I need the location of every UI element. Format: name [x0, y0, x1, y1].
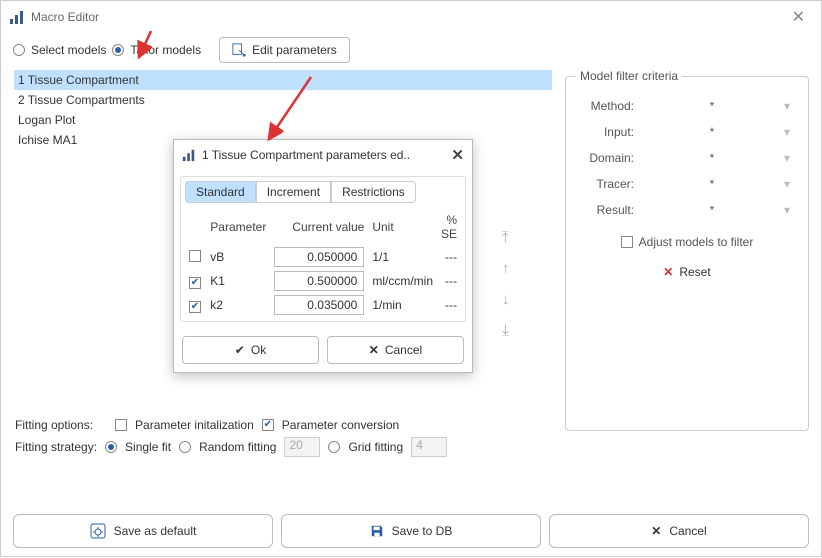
radio-select-models[interactable] — [13, 44, 25, 56]
fitting-options-label: Fitting options: — [15, 418, 93, 432]
col-parameter: Parameter — [206, 209, 270, 245]
reset-icon[interactable]: ✕ — [663, 265, 673, 279]
filter-input-value[interactable]: * — [640, 125, 784, 139]
grid-fitting-label: Grid fitting — [348, 440, 403, 454]
param-init-label: Parameter initalization — [135, 418, 254, 432]
dialog-cancel-button[interactable]: ✕ Cancel — [327, 336, 464, 364]
window-close-icon[interactable]: ✕ — [784, 3, 813, 31]
chevron-down-icon[interactable]: ▾ — [784, 177, 798, 191]
dialog-close-icon[interactable]: ✕ — [451, 146, 464, 164]
model-filter-group: Model filter criteria Method:*▾ Input:*▾… — [565, 69, 809, 431]
dialog-ok-label: Ok — [251, 343, 266, 357]
dialog-cancel-label: Cancel — [385, 343, 422, 357]
checkmark-icon: ✔ — [235, 343, 245, 357]
save-default-button[interactable]: Save as default — [13, 514, 273, 548]
single-fit-label: Single fit — [125, 440, 171, 454]
param-name: vB — [206, 245, 270, 269]
param-se: --- — [437, 293, 461, 317]
save-db-button[interactable]: Save to DB — [281, 514, 541, 548]
cancel-button[interactable]: ✕ Cancel — [549, 514, 809, 548]
col-se: % SE — [437, 209, 461, 245]
param-enable-checkbox[interactable] — [189, 250, 201, 262]
reset-label[interactable]: Reset — [679, 265, 710, 279]
filter-result-label: Result: — [576, 203, 640, 217]
filter-method-value[interactable]: * — [640, 99, 784, 113]
dialog-icon — [182, 148, 196, 162]
random-fitting-input: 20 — [284, 437, 320, 457]
param-conv-checkbox[interactable] — [262, 419, 274, 431]
param-init-checkbox[interactable] — [115, 419, 127, 431]
chevron-down-icon[interactable]: ▾ — [784, 125, 798, 139]
radio-tailor-models[interactable] — [112, 44, 124, 56]
save-db-icon — [370, 524, 384, 538]
filter-input-label: Input: — [576, 125, 640, 139]
edit-parameters-label: Edit parameters — [252, 43, 337, 57]
param-name: K1 — [206, 269, 270, 293]
tab-restrictions[interactable]: Restrictions — [331, 181, 416, 203]
param-enable-checkbox[interactable] — [189, 301, 201, 313]
adjust-models-label: Adjust models to filter — [639, 235, 754, 249]
dialog-ok-button[interactable]: ✔ Ok — [182, 336, 319, 364]
radio-single-fit[interactable] — [105, 441, 117, 453]
grid-fitting-input: 4 — [411, 437, 447, 457]
param-name: k2 — [206, 293, 270, 317]
tab-standard[interactable]: Standard — [185, 181, 256, 203]
tab-increment[interactable]: Increment — [256, 181, 331, 203]
param-value-input[interactable]: 0.050000 — [274, 247, 364, 267]
param-row: vB 0.050000 1/1 --- — [185, 245, 461, 269]
model-list-item[interactable]: Logan Plot — [14, 110, 552, 130]
filter-tracer-label: Tracer: — [576, 177, 640, 191]
cancel-label: Cancel — [669, 524, 706, 538]
label-tailor-models: Tailor models — [130, 43, 201, 57]
edit-parameters-icon — [232, 43, 246, 57]
adjust-models-checkbox[interactable] — [621, 236, 633, 248]
param-value-input[interactable]: 0.500000 — [274, 271, 364, 291]
param-value-input[interactable]: 0.035000 — [274, 295, 364, 315]
param-unit: 1/min — [368, 293, 437, 317]
param-row: k2 0.035000 1/min --- — [185, 293, 461, 317]
chevron-down-icon[interactable]: ▾ — [784, 203, 798, 217]
move-top-icon[interactable]: ⤒ — [502, 229, 510, 246]
chevron-down-icon[interactable]: ▾ — [784, 151, 798, 165]
label-select-models: Select models — [31, 43, 106, 57]
filter-method-label: Method: — [576, 99, 640, 113]
save-default-label: Save as default — [114, 524, 197, 538]
radio-random-fitting[interactable] — [179, 441, 191, 453]
move-down-icon[interactable]: ↓ — [502, 291, 510, 308]
list-toolbar: ⤒ ↑ ↓ ⤓ — [502, 229, 510, 339]
fitting-strategy-label: Fitting strategy: — [15, 440, 97, 454]
filter-domain-label: Domain: — [576, 151, 640, 165]
radio-grid-fitting[interactable] — [328, 441, 340, 453]
model-list-item[interactable]: 2 Tissue Compartments — [14, 90, 552, 110]
parameters-table: Parameter Current value Unit % SE vB 0.0… — [185, 209, 461, 317]
edit-parameters-button[interactable]: Edit parameters — [219, 37, 350, 63]
param-unit: ml/ccm/min — [368, 269, 437, 293]
save-db-label: Save to DB — [392, 524, 453, 538]
cancel-icon: ✕ — [651, 524, 661, 538]
param-se: --- — [437, 269, 461, 293]
col-current-value: Current value — [270, 209, 368, 245]
col-unit: Unit — [368, 209, 437, 245]
app-icon — [9, 9, 25, 25]
param-unit: 1/1 — [368, 245, 437, 269]
filter-tracer-value[interactable]: * — [640, 177, 784, 191]
move-up-icon[interactable]: ↑ — [502, 260, 510, 277]
model-list-item[interactable]: 1 Tissue Compartment — [14, 70, 552, 90]
param-se: --- — [437, 245, 461, 269]
filter-domain-value[interactable]: * — [640, 151, 784, 165]
dialog-title: 1 Tissue Compartment parameters ed.. — [202, 148, 410, 162]
filter-result-value[interactable]: * — [640, 203, 784, 217]
param-enable-checkbox[interactable] — [189, 277, 201, 289]
save-default-icon — [90, 523, 106, 539]
chevron-down-icon[interactable]: ▾ — [784, 99, 798, 113]
close-icon: ✕ — [369, 343, 379, 357]
param-row: K1 0.500000 ml/ccm/min --- — [185, 269, 461, 293]
filter-legend: Model filter criteria — [576, 69, 682, 83]
dialog-tabs: Standard Increment Restrictions — [185, 181, 461, 203]
parameters-dialog: 1 Tissue Compartment parameters ed.. ✕ S… — [173, 139, 473, 373]
param-conv-label: Parameter conversion — [282, 418, 399, 432]
window-title: Macro Editor — [31, 10, 99, 24]
random-fitting-label: Random fitting — [199, 440, 276, 454]
move-bottom-icon[interactable]: ⤓ — [502, 322, 510, 339]
